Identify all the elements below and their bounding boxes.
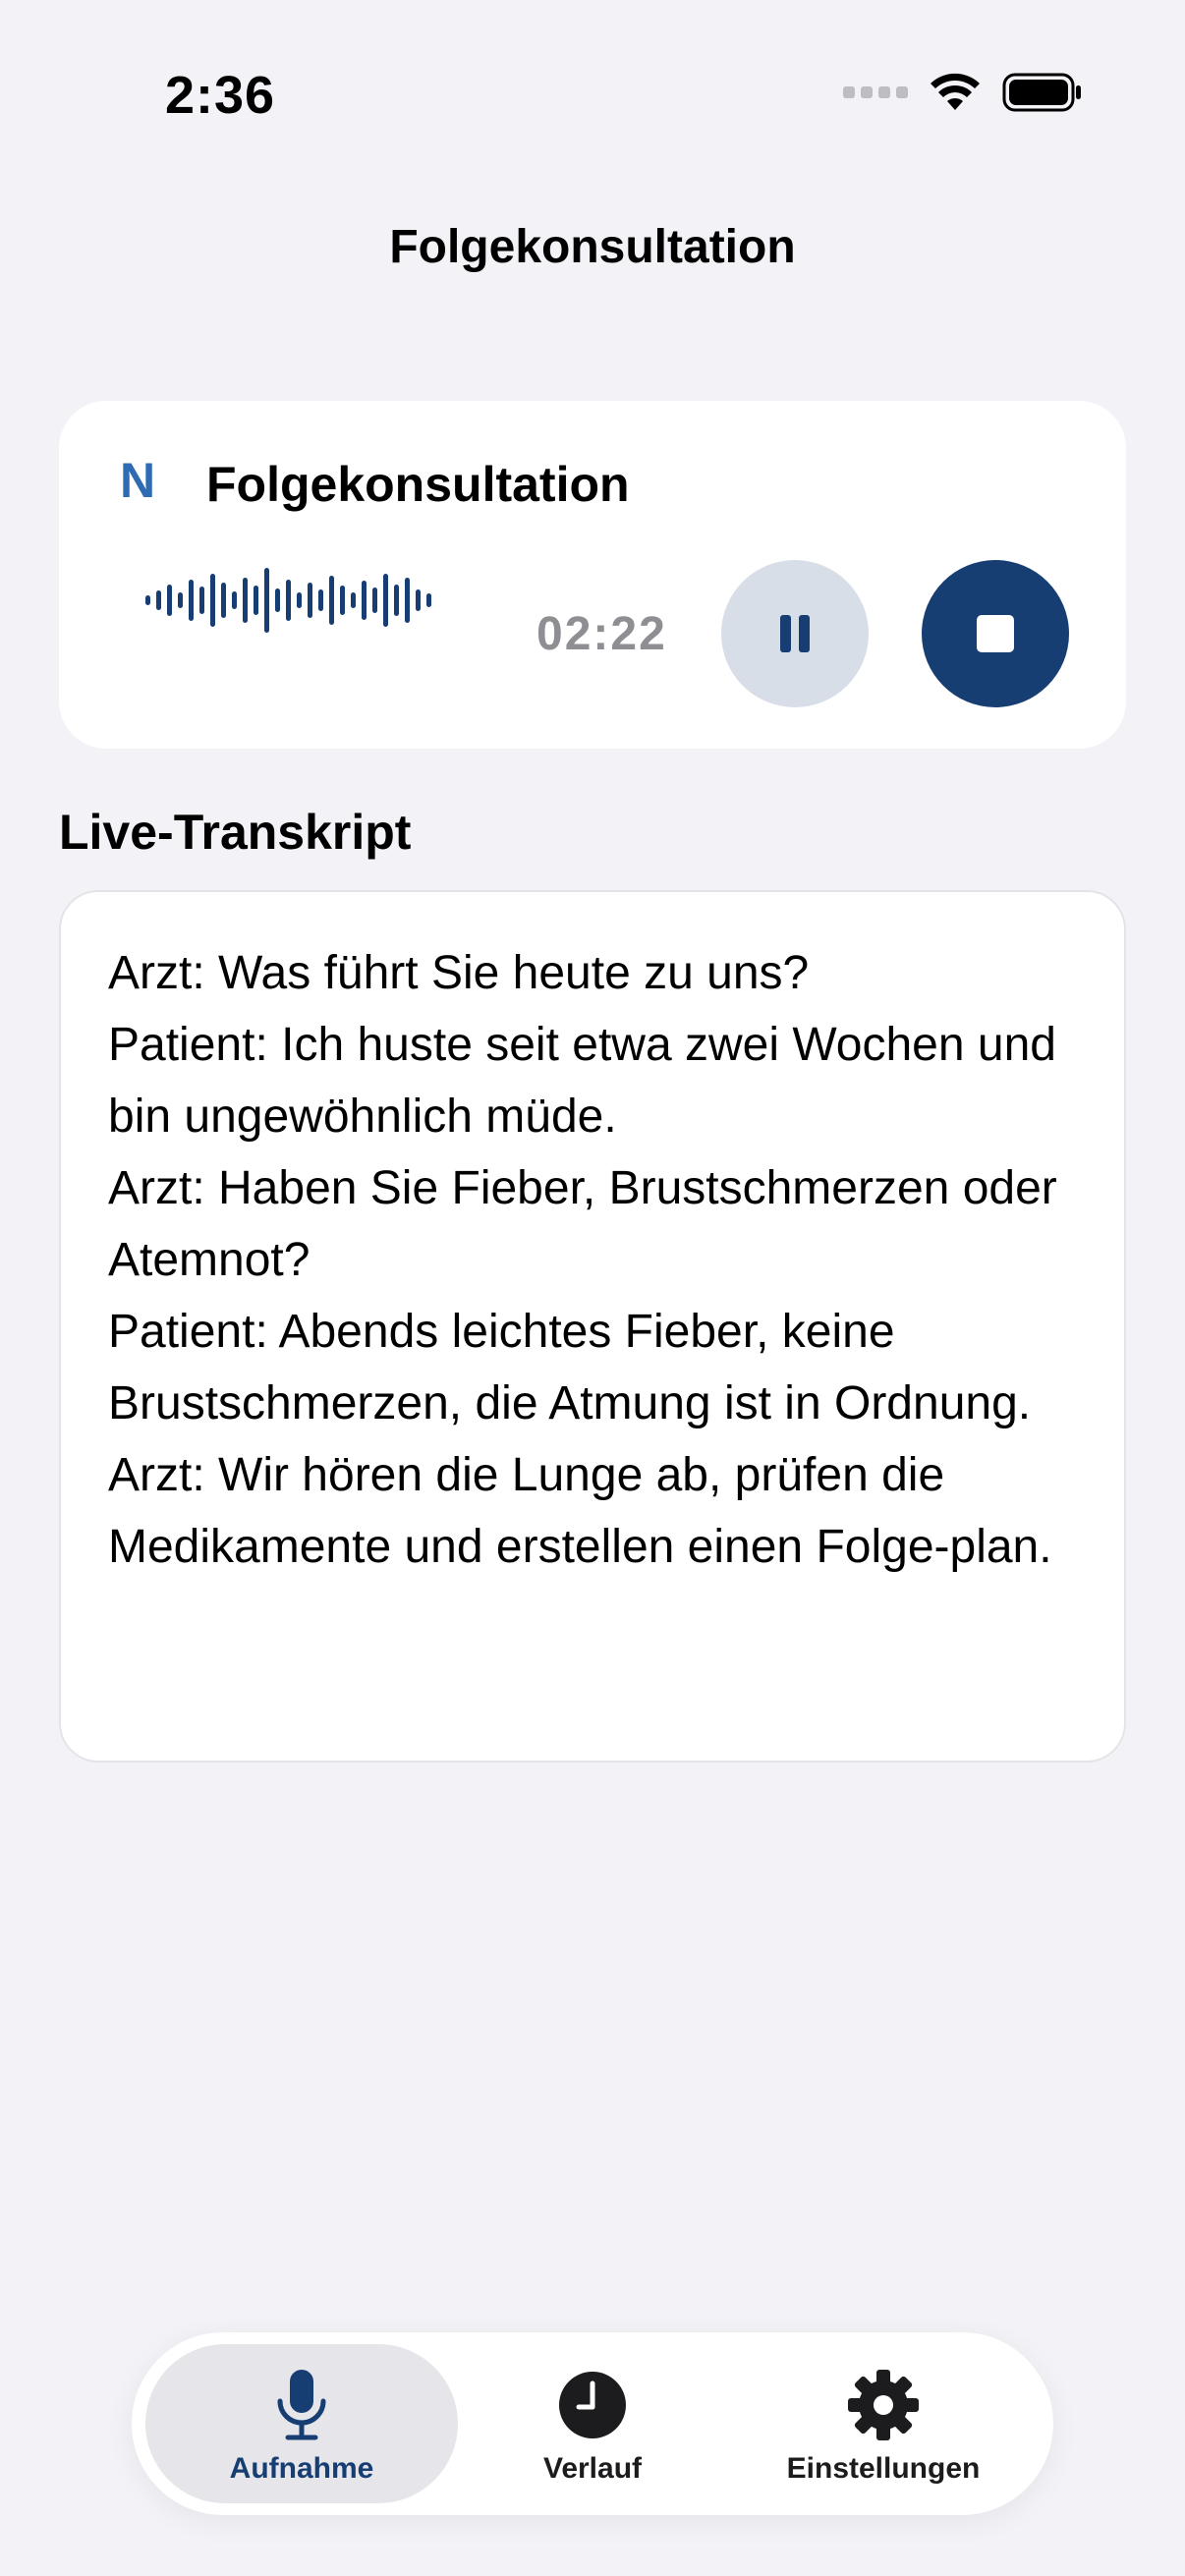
waveform-icon [145,568,431,633]
cellular-signal-icon [843,86,908,98]
wifi-icon [931,73,980,110]
recording-card: N Folgekonsultation 02:22 [59,401,1126,749]
status-icons [843,73,1083,112]
status-bar: 2:36 [0,0,1185,187]
pause-icon [780,615,810,652]
stop-button[interactable] [922,560,1069,707]
transcript-line: Patient: Abends leichtes Fieber, keine B… [108,1306,1032,1429]
tab-aufnahme[interactable]: Aufnahme [145,2344,458,2503]
battery-icon [1002,73,1081,112]
transcript-line: Patient: Ich huste seit etwa zwei Wochen… [108,1019,1056,1143]
microphone-icon [277,2370,326,2440]
page-title: Folgekonsultation [389,221,796,273]
transcript-heading: Live-Transkript [59,805,412,860]
stop-icon [977,615,1014,652]
tab-bar: Aufnahme Verlauf Einstellungen [132,2332,1053,2515]
transcript-line: Arzt: Was führt Sie heute zu uns? [108,947,810,999]
tab-label: Einstellungen [786,2452,981,2485]
status-time: 2:36 [165,66,276,125]
transcript-card: Arzt: Was führt Sie heute zu uns? Patien… [59,890,1126,1763]
recording-timer: 02:22 [536,608,667,660]
tab-label: Aufnahme [229,2452,374,2485]
brand-logo: N [120,453,156,508]
clock-icon [559,2372,626,2438]
tab-verlauf[interactable]: Verlauf [436,2344,749,2503]
transcript-line: Arzt: Haben Sie Fieber, Brustschmerzen o… [108,1162,1057,1286]
recording-title: Folgekonsultation [206,457,630,512]
pause-button[interactable] [721,560,869,707]
tab-einstellungen[interactable]: Einstellungen [727,2344,1040,2503]
transcript-line: Arzt: Wir hören die Lunge ab, prüfen die… [108,1449,1052,1573]
gear-icon [848,2370,919,2440]
tab-label: Verlauf [542,2452,643,2485]
transcript-text: Arzt: Was führt Sie heute zu uns? Patien… [108,937,1091,1583]
